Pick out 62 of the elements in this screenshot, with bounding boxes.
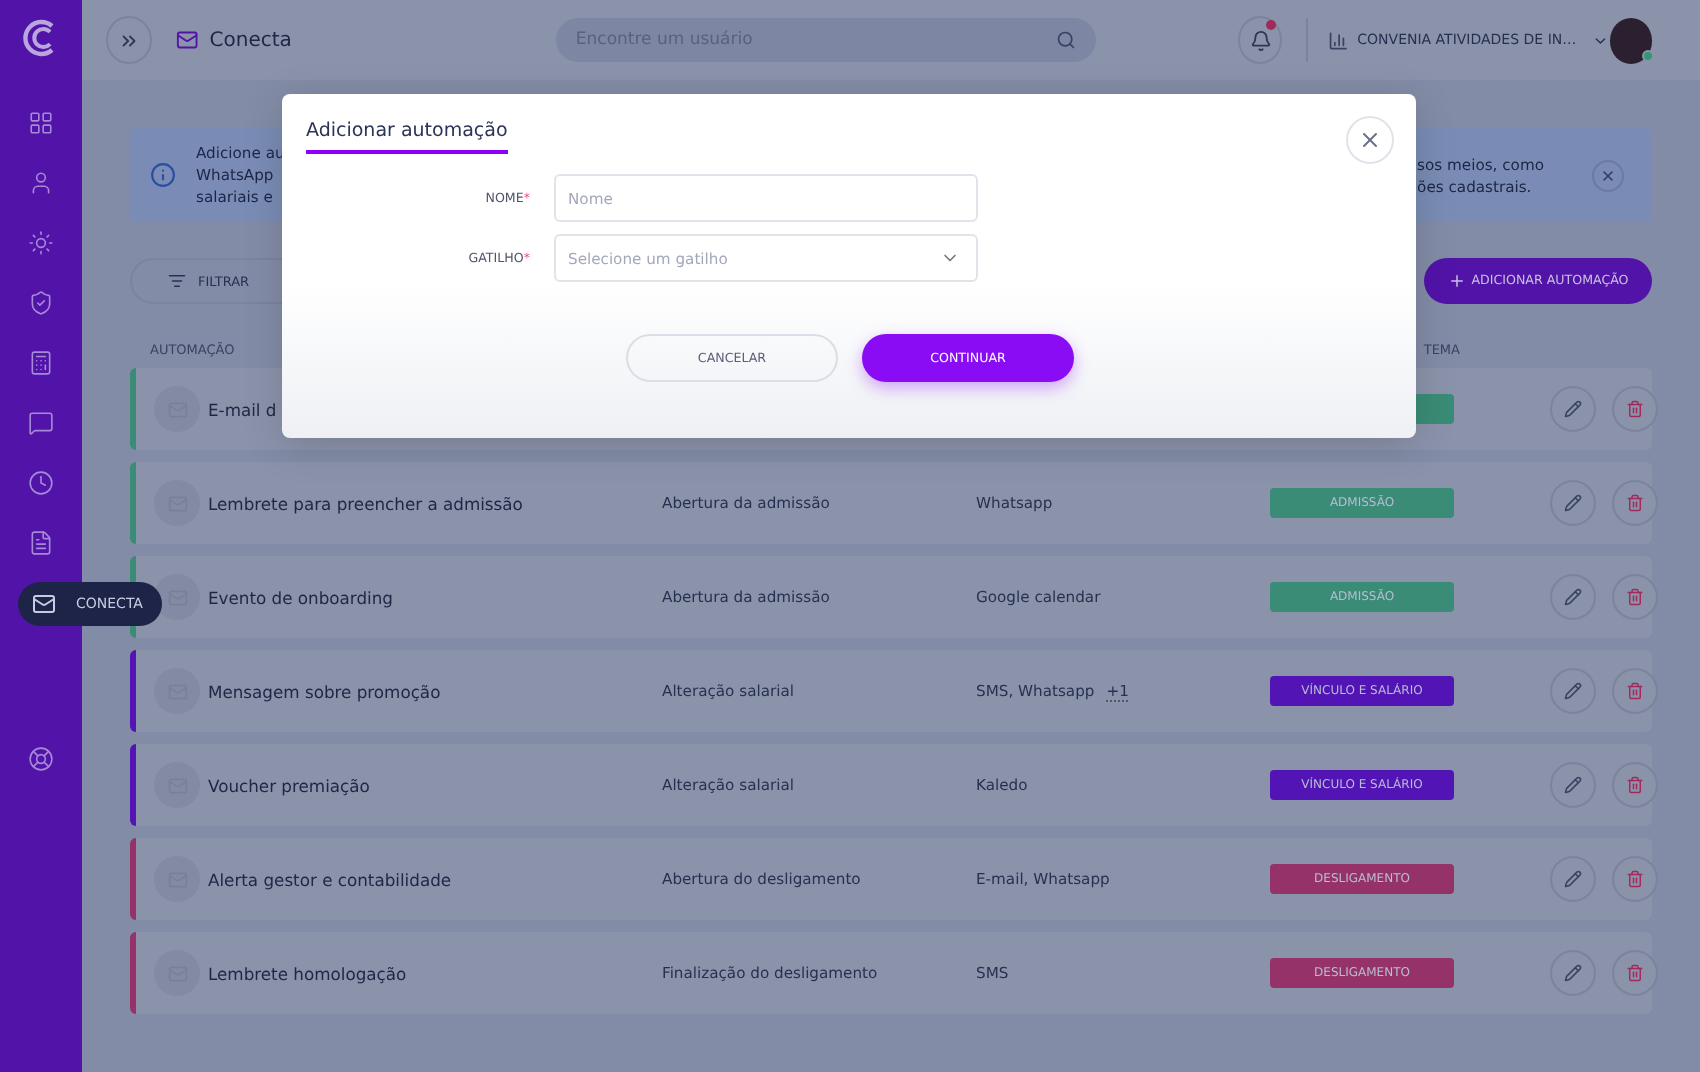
trash-icon [1626, 588, 1644, 606]
lifebuoy-icon[interactable] [28, 745, 54, 771]
mail-icon [154, 574, 200, 620]
clock-icon[interactable] [28, 469, 54, 495]
page-title: Conecta [209, 29, 292, 51]
trash-icon [1626, 776, 1644, 794]
sun-icon[interactable] [28, 229, 54, 255]
delete-button[interactable] [1612, 480, 1658, 526]
bar-chart-icon [1328, 29, 1350, 51]
chat-icon[interactable] [28, 409, 54, 435]
trash-icon [1626, 870, 1644, 888]
delete-button[interactable] [1612, 762, 1658, 808]
edit-button[interactable] [1550, 762, 1596, 808]
pencil-icon [1564, 964, 1582, 982]
automation-name: Lembrete para preencher a admissão [208, 493, 525, 513]
close-icon [1358, 128, 1382, 152]
pencil-icon [1564, 400, 1582, 418]
expand-button[interactable] [106, 16, 152, 64]
plus-icon [1447, 272, 1466, 290]
automation-name: E-mail d [208, 399, 279, 419]
bell-icon [1249, 29, 1272, 51]
trash-icon [1626, 682, 1644, 700]
pencil-icon [1564, 870, 1582, 888]
document-icon[interactable] [28, 529, 54, 555]
delete-button[interactable] [1612, 950, 1658, 996]
pencil-icon [1564, 776, 1582, 794]
trash-icon [1626, 964, 1644, 982]
user-icon[interactable] [28, 169, 54, 195]
trash-icon [1626, 400, 1644, 418]
mail-icon [32, 592, 56, 616]
edit-button[interactable] [1550, 950, 1596, 996]
delete-button[interactable] [1612, 856, 1658, 902]
filter-icon [168, 272, 186, 290]
pencil-icon [1564, 494, 1582, 512]
pencil-icon [1564, 682, 1582, 700]
shield-icon[interactable] [28, 289, 54, 315]
double-chevron-icon [117, 29, 140, 51]
edit-button[interactable] [1550, 668, 1596, 714]
edit-button[interactable] [1550, 574, 1596, 620]
pencil-icon [1564, 588, 1582, 606]
automation-name: Evento de onboarding [208, 587, 395, 607]
search-icon [1055, 30, 1076, 50]
delete-button[interactable] [1612, 668, 1658, 714]
notification-button[interactable] [1237, 16, 1283, 64]
trash-icon [1626, 494, 1644, 512]
calculator-icon[interactable] [28, 349, 54, 375]
edit-button[interactable] [1550, 386, 1596, 432]
grid-icon[interactable] [28, 109, 54, 135]
automation-name: Lembrete homologação [208, 963, 409, 983]
automation-name: Alerta gestor e contabilidade [208, 869, 454, 889]
delete-button[interactable] [1612, 574, 1658, 620]
modal-title: Adicionar automação [306, 120, 508, 154]
close-icon [1600, 167, 1616, 183]
automation-name: Mensagem sobre promoção [208, 681, 443, 701]
edit-button[interactable] [1550, 856, 1596, 902]
edit-button[interactable] [1550, 480, 1596, 526]
avatar[interactable] [1609, 17, 1652, 63]
mail-icon [175, 28, 198, 52]
close-button[interactable] [1592, 159, 1624, 191]
automation-name: Voucher premiação [208, 775, 372, 795]
delete-button[interactable] [1612, 386, 1658, 432]
info-icon [150, 162, 176, 188]
